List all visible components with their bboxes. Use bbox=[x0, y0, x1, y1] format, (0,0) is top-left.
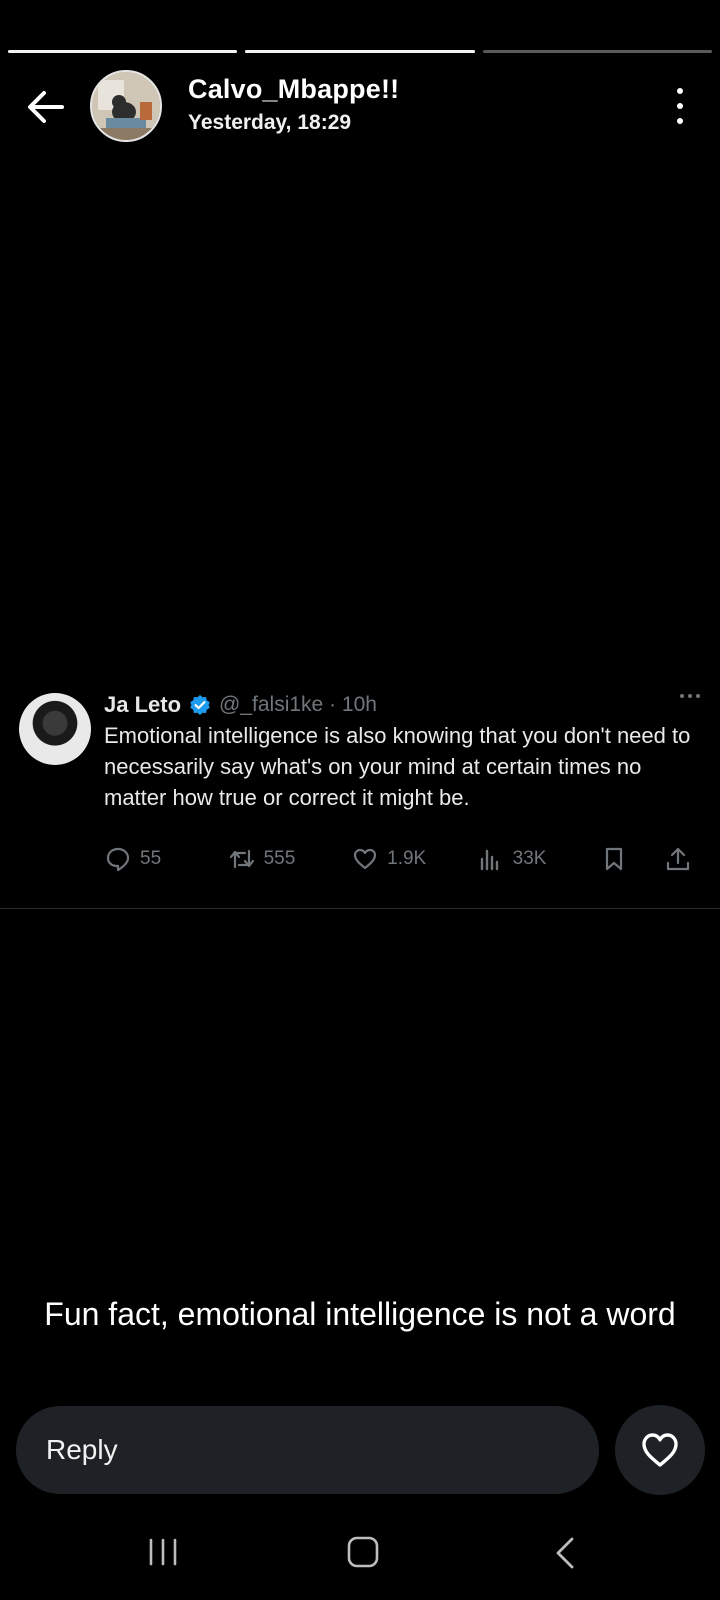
tweet-text: Emotional intelligence is also knowing t… bbox=[104, 723, 691, 810]
views-chart-icon bbox=[480, 849, 498, 871]
reply-icon bbox=[106, 847, 130, 872]
tweet-likes: 1.9K bbox=[351, 845, 477, 873]
tweet-bookmark bbox=[600, 845, 664, 873]
username[interactable]: Calvo_Mbappe!! bbox=[188, 74, 399, 105]
reply-input[interactable]: Reply bbox=[16, 1406, 599, 1494]
heart-icon bbox=[642, 1433, 678, 1467]
story-timestamp: Yesterday, 18:29 bbox=[188, 111, 352, 134]
story-progress bbox=[8, 50, 712, 54]
tweet-share bbox=[664, 845, 692, 873]
tweet-actions: 55 555 1.9K 33K bbox=[104, 844, 692, 874]
avatar-image bbox=[92, 72, 160, 140]
verified-badge-icon bbox=[190, 695, 210, 715]
chevron-left-icon bbox=[556, 1537, 574, 1569]
progress-segment-3 bbox=[482, 50, 712, 53]
back-button[interactable] bbox=[24, 86, 66, 128]
tweet-avatar bbox=[19, 693, 91, 765]
tweet-more-icon bbox=[680, 694, 700, 698]
progress-segment-2 bbox=[245, 50, 475, 53]
home-button[interactable] bbox=[346, 1536, 380, 1573]
heart-icon bbox=[354, 848, 377, 870]
more-options-button[interactable] bbox=[670, 88, 690, 124]
avatar[interactable] bbox=[90, 70, 162, 142]
tweet-replies: 55 bbox=[104, 845, 228, 873]
tweet-card: Ja Leto @_falsi1ke · 10h Emotional intel… bbox=[0, 686, 720, 909]
system-nav-bar bbox=[0, 1528, 720, 1588]
bookmark-icon bbox=[606, 847, 623, 871]
tweet-author-name: Ja Leto bbox=[104, 692, 182, 717]
like-button[interactable] bbox=[615, 1405, 705, 1495]
share-icon bbox=[666, 847, 690, 871]
tweet-header: Ja Leto @_falsi1ke · 10h bbox=[104, 690, 700, 720]
tweet-views: 33K bbox=[477, 845, 601, 873]
system-back-button[interactable] bbox=[552, 1536, 578, 1575]
retweet-icon bbox=[229, 849, 254, 869]
story-caption: Fun fact, emotional intelligence is not … bbox=[44, 1296, 676, 1332]
recent-apps-button[interactable] bbox=[146, 1536, 180, 1573]
progress-segment-1 bbox=[8, 50, 238, 53]
recent-apps-icon bbox=[149, 1538, 177, 1566]
tweet-handle-time: @_falsi1ke · 10h bbox=[219, 693, 377, 716]
home-icon bbox=[347, 1536, 379, 1568]
more-vertical-icon bbox=[677, 88, 683, 94]
story-header: Calvo_Mbappe!! Yesterday, 18:29 bbox=[0, 68, 720, 144]
tweet-retweets: 555 bbox=[228, 845, 352, 873]
reply-placeholder: Reply bbox=[46, 1434, 118, 1465]
user-info: Calvo_Mbappe!! Yesterday, 18:29 bbox=[188, 74, 399, 135]
arrow-left-icon bbox=[28, 91, 64, 123]
